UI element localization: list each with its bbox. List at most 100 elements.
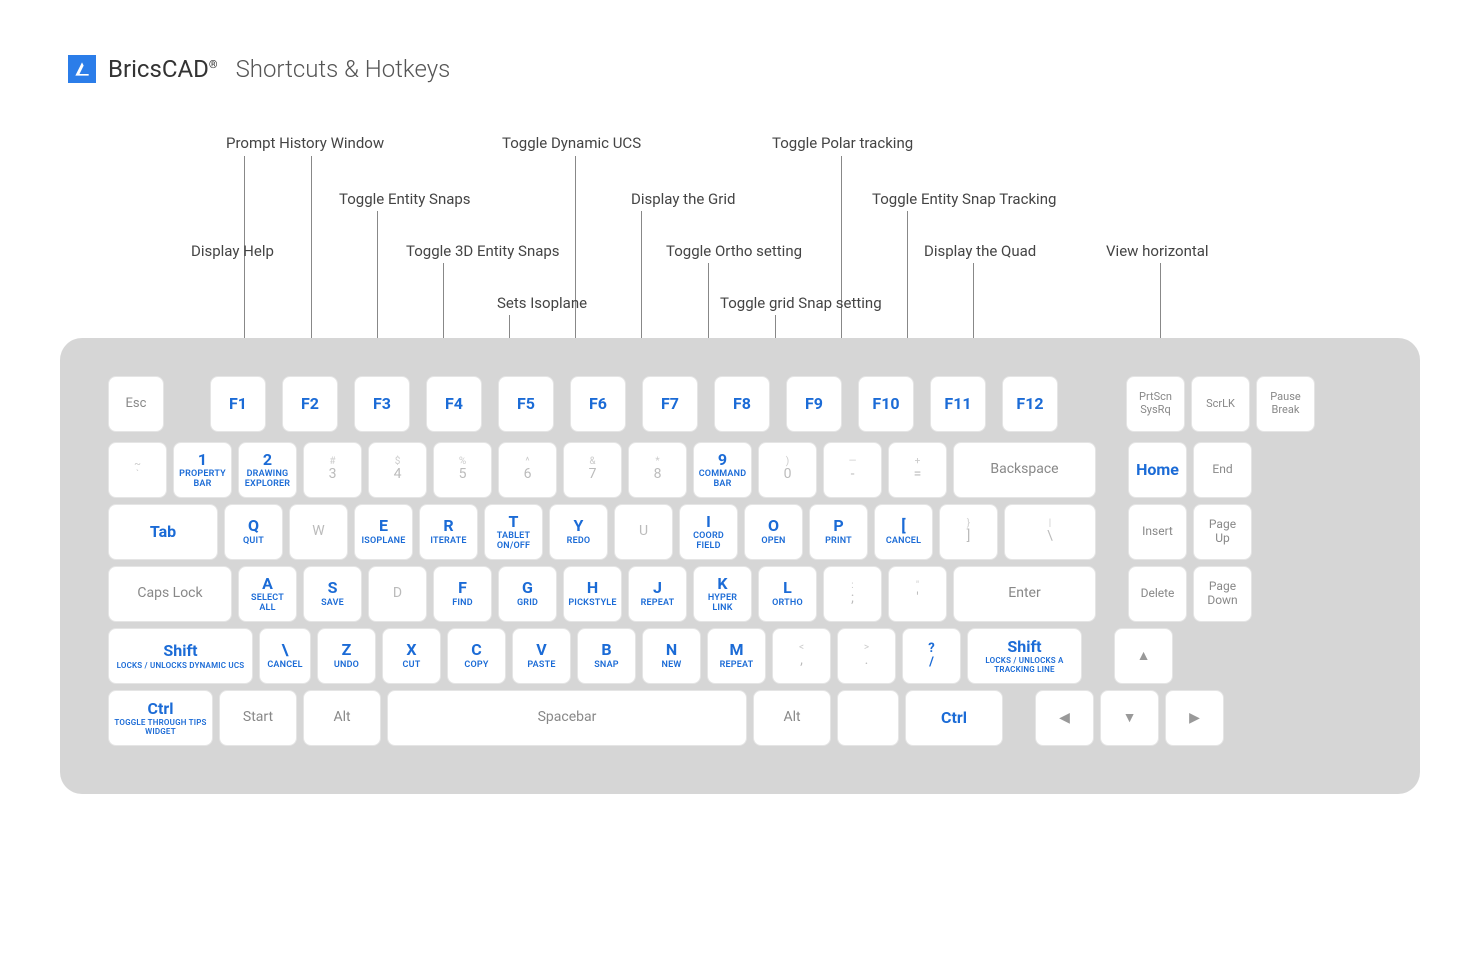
key-s[interactable]: SSAVE <box>303 566 362 622</box>
key-f1[interactable]: F1 <box>210 376 266 432</box>
key-shift-l[interactable]: ShiftLOCKS / UNLOCKS DYNAMIC UCS <box>108 628 253 684</box>
kb-row-func: Esc F1 F2 F3 F4 F5 F6 F7 F8 F9 F10 F11 F… <box>108 376 1372 432</box>
key-shift-r[interactable]: ShiftLOCKS / UNLOCKS A TRACKING LINE <box>967 628 1082 684</box>
key-pause[interactable]: Pause Break <box>1256 376 1315 432</box>
key-f2[interactable]: F2 <box>282 376 338 432</box>
key-arrow-left[interactable]: ◀ <box>1035 690 1094 746</box>
key-t[interactable]: TTABLET ON/OFF <box>484 504 543 560</box>
key-r[interactable]: RITERATE <box>419 504 478 560</box>
key-x[interactable]: XCUT <box>382 628 441 684</box>
key-delete[interactable]: Delete <box>1128 566 1187 622</box>
key-backslash2[interactable]: |\ <box>1004 504 1096 560</box>
kctrlL-top: Ctrl <box>148 700 174 718</box>
key-n[interactable]: NNEW <box>642 628 701 684</box>
key-q[interactable]: QQUIT <box>224 504 283 560</box>
km-bot: REPEAT <box>720 661 754 670</box>
key-slash[interactable]: ?/ <box>902 628 961 684</box>
key-f8[interactable]: F8 <box>714 376 770 432</box>
key-o[interactable]: OOPEN <box>744 504 803 560</box>
key-tilde[interactable]: ~ ` <box>108 442 167 498</box>
key-v[interactable]: VPASTE <box>512 628 571 684</box>
key-scrlk[interactable]: ScrLK <box>1191 376 1250 432</box>
kslash-top2: / <box>929 656 934 670</box>
key-f7[interactable]: F7 <box>642 376 698 432</box>
kperiod-top: . <box>865 653 869 668</box>
key-bracket-l[interactable]: [CANCEL <box>874 504 933 560</box>
kz-top: Z <box>342 641 352 659</box>
key-g[interactable]: GGRID <box>498 566 557 622</box>
key-p[interactable]: PPRINT <box>809 504 868 560</box>
key-d[interactable]: D <box>368 566 427 622</box>
key-quote[interactable]: "' <box>888 566 947 622</box>
key-ctrl-r[interactable]: Ctrl <box>905 690 1003 746</box>
key-4[interactable]: $4 <box>368 442 427 498</box>
key-f6[interactable]: F6 <box>570 376 626 432</box>
key-f[interactable]: FFIND <box>433 566 492 622</box>
key-1[interactable]: 1PROPERTY BAR <box>173 442 232 498</box>
key-alt-l[interactable]: Alt <box>303 690 381 746</box>
key-enter[interactable]: Enter <box>953 566 1096 622</box>
key-spacebar[interactable]: Spacebar <box>387 690 747 746</box>
key-f11[interactable]: F11 <box>930 376 986 432</box>
key-prtscn[interactable]: PrtScn SysRq <box>1126 376 1185 432</box>
key-pgup[interactable]: Page Up <box>1193 504 1252 560</box>
k9-top: 9 <box>718 451 727 469</box>
key-home[interactable]: Home <box>1128 442 1187 498</box>
key-menu[interactable] <box>837 690 899 746</box>
key-f9[interactable]: F9 <box>786 376 842 432</box>
key-arrow-right[interactable]: ▶ <box>1165 690 1224 746</box>
key-end[interactable]: End <box>1193 442 1252 498</box>
key-f10[interactable]: F10 <box>858 376 914 432</box>
key-esc[interactable]: Esc <box>108 376 164 432</box>
key-period[interactable]: >. <box>837 628 896 684</box>
key-a[interactable]: ASELECT ALL <box>238 566 297 622</box>
key-comma[interactable]: <, <box>772 628 831 684</box>
key-k[interactable]: KHYPER LINK <box>693 566 752 622</box>
key-tab[interactable]: Tab <box>108 504 218 560</box>
key-f11-label: F11 <box>944 395 971 413</box>
key-capslock[interactable]: Caps Lock <box>108 566 232 622</box>
key-f12[interactable]: F12 <box>1002 376 1058 432</box>
key-backspace[interactable]: Backspace <box>953 442 1096 498</box>
key-f5[interactable]: F5 <box>498 376 554 432</box>
key-alt-r[interactable]: Alt <box>753 690 831 746</box>
key-5[interactable]: %5 <box>433 442 492 498</box>
k1-top: 1 <box>198 451 207 469</box>
key-z[interactable]: ZUNDO <box>317 628 376 684</box>
key-c[interactable]: CCOPY <box>447 628 506 684</box>
key-e[interactable]: EISOPLANE <box>354 504 413 560</box>
key-l[interactable]: LORTHO <box>758 566 817 622</box>
key-f3[interactable]: F3 <box>354 376 410 432</box>
key-f6-label: F6 <box>589 395 607 413</box>
key-b[interactable]: BSNAP <box>577 628 636 684</box>
key-h[interactable]: HPICKSTYLE <box>563 566 622 622</box>
key-start[interactable]: Start <box>219 690 297 746</box>
key-f4[interactable]: F4 <box>426 376 482 432</box>
kq-bot: QUIT <box>243 537 264 546</box>
key-insert[interactable]: Insert <box>1128 504 1187 560</box>
key-semicolon[interactable]: :; <box>823 566 882 622</box>
key-u[interactable]: U <box>614 504 673 560</box>
key-equals[interactable]: += <box>888 442 947 498</box>
key-0[interactable]: )0 <box>758 442 817 498</box>
key-9[interactable]: 9COMMAND BAR <box>693 442 752 498</box>
key-3[interactable]: #3 <box>303 442 362 498</box>
registered-mark: ® <box>209 58 218 71</box>
key-w[interactable]: W <box>289 504 348 560</box>
key-pgdn[interactable]: Page Down <box>1193 566 1252 622</box>
key-backslash[interactable]: \CANCEL <box>259 628 311 684</box>
key-ctrl-l[interactable]: CtrlTOGGLE THROUGH TIPS WIDGET <box>108 690 213 746</box>
kminus-top: - <box>851 467 855 482</box>
key-i[interactable]: ICOORD FIELD <box>679 504 738 560</box>
key-arrow-down[interactable]: ▼ <box>1100 690 1159 746</box>
key-minus[interactable]: —- <box>823 442 882 498</box>
key-bracket-r[interactable]: }] <box>939 504 998 560</box>
key-j[interactable]: JREPEAT <box>628 566 687 622</box>
key-2[interactable]: 2DRAWING EXPLORER <box>238 442 297 498</box>
key-8[interactable]: *8 <box>628 442 687 498</box>
key-m[interactable]: MREPEAT <box>707 628 766 684</box>
key-y[interactable]: YREDO <box>549 504 608 560</box>
key-arrow-up[interactable]: ▲ <box>1114 628 1173 684</box>
key-7[interactable]: &7 <box>563 442 622 498</box>
key-6[interactable]: ^6 <box>498 442 557 498</box>
